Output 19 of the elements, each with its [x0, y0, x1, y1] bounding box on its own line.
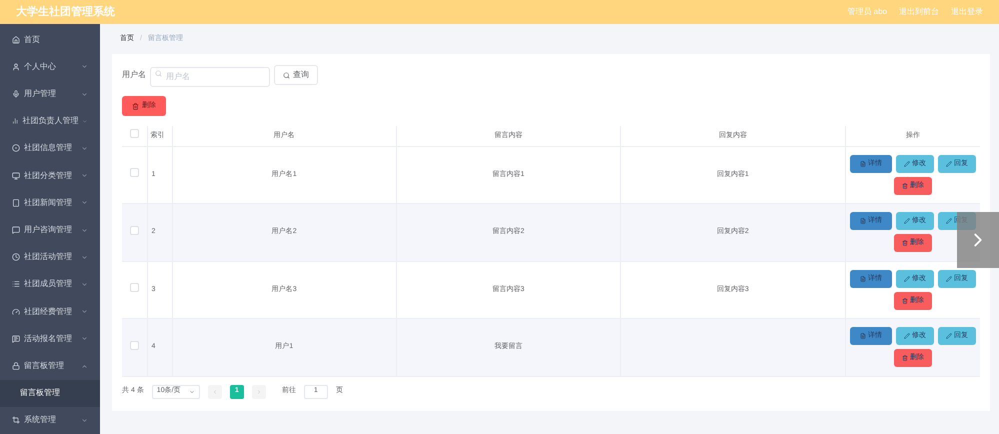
sidebar-item[interactable]: 用户管理	[0, 80, 100, 108]
sidebar-item[interactable]: 社团新闻管理	[0, 189, 100, 216]
sidebar-item[interactable]: 活动报名管理	[0, 325, 100, 352]
sidebar-item[interactable]: 首页	[0, 26, 100, 54]
search-label: 用户名	[122, 69, 146, 81]
sidebar-item[interactable]: 留言板管理	[0, 352, 100, 380]
sidebar-item[interactable]: 系统管理	[0, 406, 100, 434]
sidebar-item[interactable]: 社团负责人管理	[0, 108, 100, 135]
sidebar-item[interactable]: 社团经费管理	[0, 298, 100, 326]
sidebar-item[interactable]: 社团分类管理	[0, 162, 100, 190]
sidebar-item[interactable]: 社团成员管理	[0, 270, 100, 298]
sidebar-subitem[interactable]: 留言板管理	[0, 380, 100, 407]
search-button[interactable]: 查询	[274, 65, 318, 85]
app-title: 大学生社团管理系统	[16, 4, 115, 20]
sidebar-item[interactable]: 社团活动管理	[0, 244, 100, 271]
search-field[interactable]: 用户名	[150, 66, 270, 86]
sidebar-item[interactable]: 用户咨询管理	[0, 216, 100, 244]
sidebar-item[interactable]: 个人中心	[0, 53, 100, 80]
sidebar-item[interactable]: 社团信息管理	[0, 134, 100, 162]
